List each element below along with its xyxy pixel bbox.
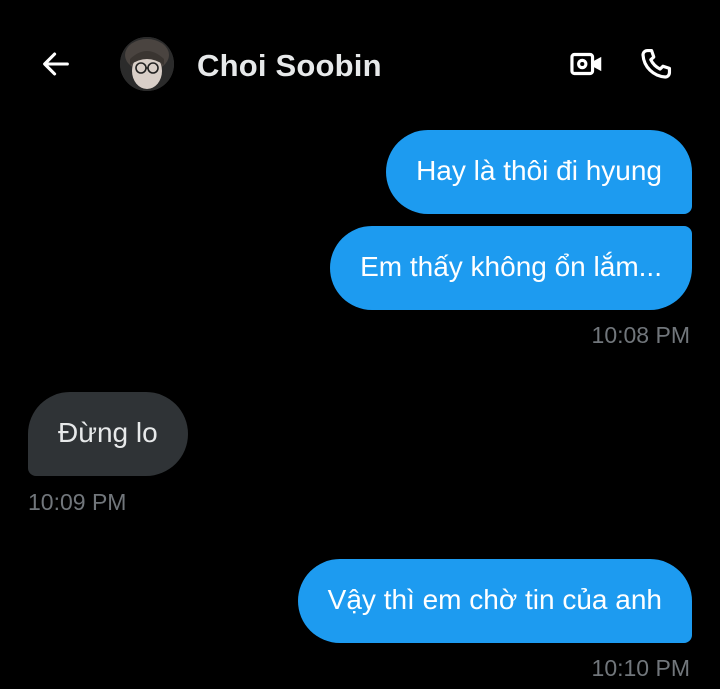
message-bubble-outgoing[interactable]: Vậy thì em chờ tin của anh — [297, 559, 692, 643]
back-arrow-icon — [43, 52, 69, 76]
message-bubble-outgoing[interactable]: Em thấy không ổn lắm... — [330, 226, 692, 310]
avatar[interactable] — [120, 37, 174, 91]
message-bubble-incoming[interactable]: Đừng lo — [28, 392, 188, 476]
avatar-image — [120, 37, 174, 91]
phone-icon — [641, 48, 672, 79]
message-timestamp: 10:10 PM — [591, 655, 690, 681]
message-timestamp: 10:09 PM — [28, 489, 127, 515]
video-camera-icon — [570, 52, 602, 76]
message-bubble-outgoing[interactable]: Hay là thôi đi hyung — [386, 130, 692, 214]
back-button[interactable] — [36, 44, 76, 84]
message-timestamp: 10:08 PM — [591, 322, 690, 348]
video-call-button[interactable] — [567, 44, 607, 84]
conversation-header: Choi Soobin — [0, 0, 720, 130]
contact-name[interactable]: Choi Soobin — [197, 48, 382, 84]
voice-call-button[interactable] — [636, 44, 676, 84]
